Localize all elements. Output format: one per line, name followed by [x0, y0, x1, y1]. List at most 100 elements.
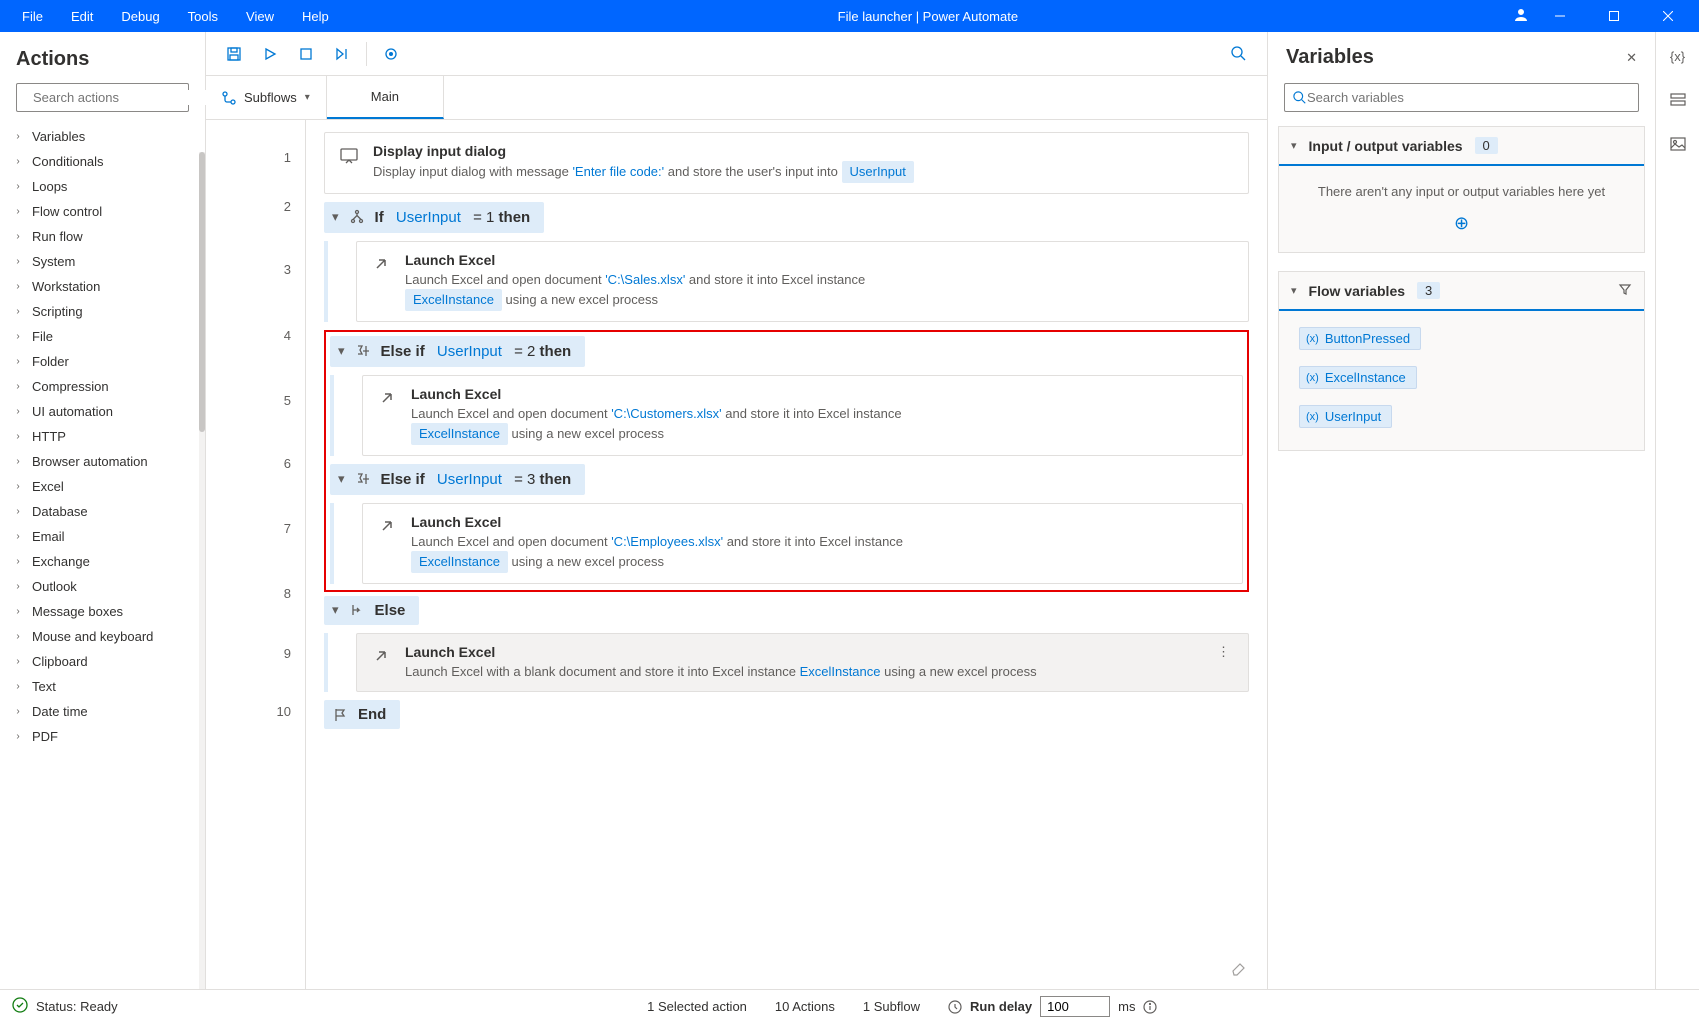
tab-main[interactable]: Main — [327, 76, 444, 119]
menu-help[interactable]: Help — [288, 3, 343, 30]
collapse-icon[interactable]: ▾ — [332, 209, 339, 225]
right-rail: {x} — [1655, 32, 1699, 989]
category-email[interactable]: ›Email — [8, 524, 197, 549]
run-delay-input[interactable] — [1040, 996, 1110, 1017]
menu-view[interactable]: View — [232, 3, 288, 30]
info-icon[interactable] — [1143, 1000, 1157, 1014]
chevron-right-icon: › — [12, 481, 24, 492]
close-panel-icon[interactable]: ✕ — [1626, 50, 1637, 66]
category-flow-control[interactable]: ›Flow control — [8, 199, 197, 224]
category-label: Email — [32, 529, 65, 544]
chevron-right-icon: › — [12, 231, 24, 242]
menu-debug[interactable]: Debug — [107, 3, 173, 30]
search-variables-box[interactable] — [1284, 83, 1639, 112]
if-block[interactable]: ▾ If UserInput = 1 then — [324, 202, 544, 233]
category-label: Clipboard — [32, 654, 88, 669]
category-ui-automation[interactable]: ›UI automation — [8, 399, 197, 424]
category-run-flow[interactable]: ›Run flow — [8, 224, 197, 249]
category-pdf[interactable]: ›PDF — [8, 724, 197, 749]
category-excel[interactable]: ›Excel — [8, 474, 197, 499]
sidebar-scrollbar[interactable] — [199, 152, 205, 989]
category-browser-automation[interactable]: ›Browser automation — [8, 449, 197, 474]
search-actions-input[interactable] — [33, 90, 209, 105]
flow-canvas[interactable]: Display input dialog Display input dialo… — [306, 120, 1267, 989]
collapse-icon[interactable]: ▾ — [338, 343, 345, 359]
tabs-row: Subflows ▾ Main — [206, 76, 1267, 120]
category-database[interactable]: ›Database — [8, 499, 197, 524]
flow-variables-header[interactable]: ▾ Flow variables 3 — [1279, 272, 1644, 311]
step-button[interactable] — [326, 38, 358, 70]
category-label: HTTP — [32, 429, 66, 444]
close-button[interactable] — [1645, 0, 1691, 32]
filter-icon[interactable] — [1618, 282, 1632, 299]
variable-chip-buttonpressed[interactable]: (x)ButtonPressed — [1299, 327, 1421, 350]
eraser-icon[interactable] — [1225, 953, 1253, 981]
images-rail-icon[interactable] — [1662, 128, 1694, 160]
action-more-icon[interactable]: ⋮ — [1213, 644, 1234, 660]
ui-elements-rail-icon[interactable] — [1662, 84, 1694, 116]
menu-file[interactable]: File — [8, 3, 57, 30]
actions-count: 10 Actions — [775, 999, 835, 1014]
account-icon[interactable] — [1513, 7, 1529, 26]
io-variables-header[interactable]: ▾ Input / output variables 0 — [1279, 127, 1644, 166]
run-button[interactable] — [254, 38, 286, 70]
elseif-block-1[interactable]: ▾ Else if UserInput = 2 then — [330, 336, 585, 367]
end-block[interactable]: End — [324, 700, 400, 729]
window-title: File launcher | Power Automate — [343, 9, 1513, 24]
action-launch-excel-1[interactable]: Launch Excel Launch Excel and open docum… — [356, 241, 1249, 322]
category-clipboard[interactable]: ›Clipboard — [8, 649, 197, 674]
record-button[interactable] — [375, 38, 407, 70]
chevron-down-icon: ▾ — [1291, 139, 1297, 152]
actions-title: Actions — [0, 32, 205, 83]
action-launch-excel-2[interactable]: Launch Excel Launch Excel and open docum… — [362, 375, 1243, 456]
io-empty-text: There aren't any input or output variabl… — [1293, 184, 1630, 199]
selected-count: 1 Selected action — [647, 999, 747, 1014]
chevron-right-icon: › — [12, 281, 24, 292]
category-label: Text — [32, 679, 56, 694]
menu-edit[interactable]: Edit — [57, 3, 107, 30]
chevron-right-icon: › — [12, 356, 24, 367]
category-exchange[interactable]: ›Exchange — [8, 549, 197, 574]
variable-chip-userinput[interactable]: (x)UserInput — [1299, 405, 1392, 428]
category-folder[interactable]: ›Folder — [8, 349, 197, 374]
category-message-boxes[interactable]: ›Message boxes — [8, 599, 197, 624]
action-launch-excel-blank[interactable]: Launch Excel Launch Excel with a blank d… — [356, 633, 1249, 693]
menu-tools[interactable]: Tools — [174, 3, 232, 30]
subflows-button[interactable]: Subflows ▾ — [206, 76, 327, 119]
category-variables[interactable]: ›Variables — [8, 124, 197, 149]
category-text[interactable]: ›Text — [8, 674, 197, 699]
variable-chip-excelinstance[interactable]: (x)ExcelInstance — [1299, 366, 1417, 389]
collapse-icon[interactable]: ▾ — [332, 602, 339, 618]
search-variables-input[interactable] — [1307, 90, 1630, 105]
category-workstation[interactable]: ›Workstation — [8, 274, 197, 299]
chevron-right-icon: › — [12, 206, 24, 217]
category-label: Compression — [32, 379, 109, 394]
category-date-time[interactable]: ›Date time — [8, 699, 197, 724]
stop-button[interactable] — [290, 38, 322, 70]
search-flow-button[interactable] — [1223, 38, 1255, 70]
category-scripting[interactable]: ›Scripting — [8, 299, 197, 324]
branch-icon — [355, 343, 371, 359]
category-compression[interactable]: ›Compression — [8, 374, 197, 399]
save-button[interactable] — [218, 38, 250, 70]
minimize-button[interactable] — [1537, 0, 1583, 32]
collapse-icon[interactable]: ▾ — [338, 471, 345, 487]
category-mouse-and-keyboard[interactable]: ›Mouse and keyboard — [8, 624, 197, 649]
action-launch-excel-3[interactable]: Launch Excel Launch Excel and open docum… — [362, 503, 1243, 584]
category-outlook[interactable]: ›Outlook — [8, 574, 197, 599]
search-actions-box[interactable] — [16, 83, 189, 112]
add-io-variable-button[interactable]: ⊕ — [1293, 213, 1630, 234]
category-file[interactable]: ›File — [8, 324, 197, 349]
category-system[interactable]: ›System — [8, 249, 197, 274]
action-display-input-dialog[interactable]: Display input dialog Display input dialo… — [324, 132, 1249, 194]
category-list[interactable]: ›Variables›Conditionals›Loops›Flow contr… — [0, 124, 205, 989]
elseif-block-2[interactable]: ▾ Else if UserInput = 3 then — [330, 464, 585, 495]
category-http[interactable]: ›HTTP — [8, 424, 197, 449]
else-block[interactable]: ▾ Else — [324, 596, 419, 625]
category-conditionals[interactable]: ›Conditionals — [8, 149, 197, 174]
category-loops[interactable]: ›Loops — [8, 174, 197, 199]
maximize-button[interactable] — [1591, 0, 1637, 32]
variables-rail-icon[interactable]: {x} — [1662, 40, 1694, 72]
status-bar: Status: Ready 1 Selected action 10 Actio… — [0, 989, 1699, 1023]
category-label: Loops — [32, 179, 67, 194]
